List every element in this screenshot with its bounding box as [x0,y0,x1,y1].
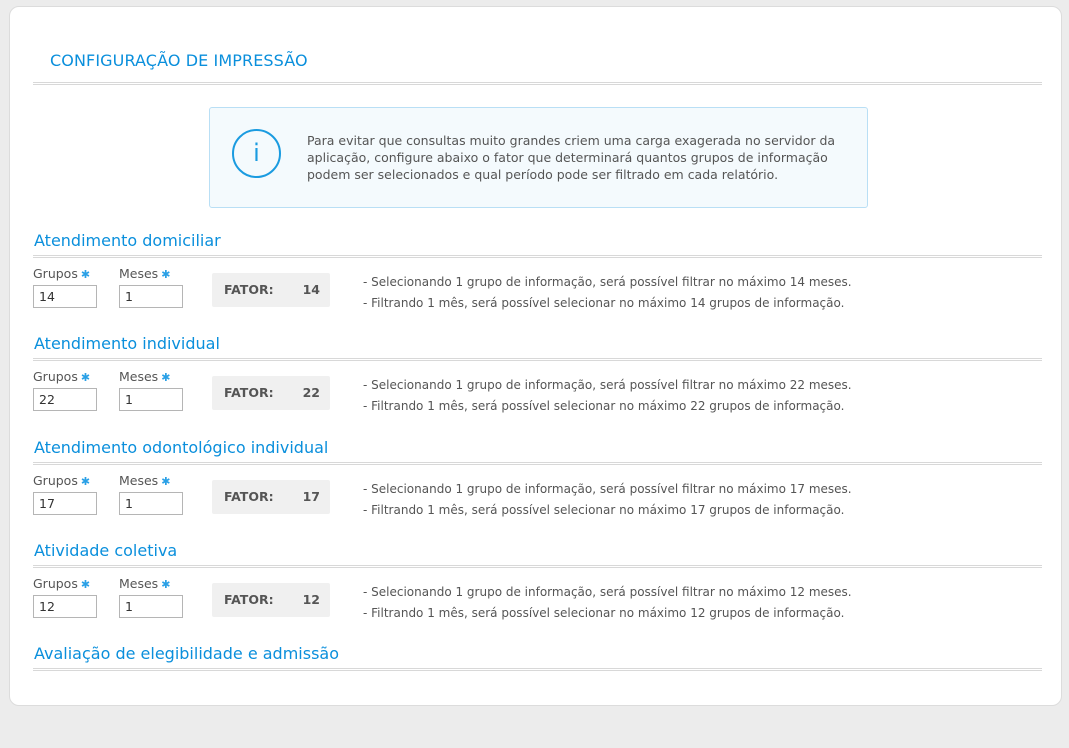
meses-input[interactable] [119,285,183,308]
fator-label: FATOR: [224,282,274,297]
section-title: Atendimento odontológico individual [34,438,329,457]
meses-label: Meses ✱ [119,473,171,488]
print-config-panel: CONFIGURAÇÃO DE IMPRESSÃO i Para evitar … [9,6,1062,706]
info-icon: i [232,129,281,178]
fator-value: 14 [302,282,320,297]
fator-label: FATOR: [224,385,274,400]
section-title: Atendimento individual [34,334,220,353]
grupos-description: - Selecionando 1 grupo de informação, se… [363,378,852,392]
grupos-label: Grupos ✱ [33,473,91,488]
section-atendimento-domiciliar: Atendimento domiciliar Grupos✱ Meses✱ FA… [33,231,1042,335]
info-text: Para evitar que consultas muito grandes … [307,133,836,182]
grupos-input[interactable] [33,285,97,308]
required-marker-icon: ✱ [161,475,171,488]
required-marker-icon: ✱ [80,475,91,488]
grupos-description: - Selecionando 1 grupo de informação, se… [363,482,852,496]
grupos-label: Grupos ✱ [33,266,91,281]
fator-box: FATOR: 12 [212,583,330,617]
section-title: Atividade coletiva [34,541,178,560]
page-title: CONFIGURAÇÃO DE IMPRESSÃO [50,51,308,70]
section-atividade-coletiva: Atividade coletiva Grupos✱ Meses✱ FATOR:… [33,541,1042,645]
section-divider [33,255,1042,258]
section-divider [33,668,1042,671]
section-avaliacao-elegibilidade-admissao: Avaliação de elegibilidade e admissão [33,644,1042,748]
grupos-label: Grupos ✱ [33,369,91,384]
fator-value: 12 [302,592,320,607]
grupos-input[interactable] [33,595,97,618]
required-marker-icon: ✱ [161,268,171,281]
fator-label: FATOR: [224,489,274,504]
section-title: Atendimento domiciliar [34,231,221,250]
meses-input[interactable] [119,388,183,411]
required-marker-icon: ✱ [80,268,91,281]
grupos-input[interactable] [33,388,97,411]
meses-input[interactable] [119,595,183,618]
meses-label: Meses ✱ [119,369,171,384]
meses-label: Meses ✱ [119,266,171,281]
section-divider [33,358,1042,361]
fator-box: FATOR: 22 [212,376,330,410]
section-atendimento-odontologico-individual: Atendimento odontológico individual Grup… [33,438,1042,542]
info-box: i Para evitar que consultas muito grande… [209,107,868,208]
fator-box: FATOR: 17 [212,480,330,514]
meses-description: - Filtrando 1 mês, será possível selecio… [363,399,845,413]
grupos-input[interactable] [33,492,97,515]
grupos-description: - Selecionando 1 grupo de informação, se… [363,275,852,289]
fator-value: 17 [302,489,320,504]
title-divider [33,82,1042,85]
section-atendimento-individual: Atendimento individual Grupos✱ Meses✱ FA… [33,334,1042,438]
meses-description: - Filtrando 1 mês, será possível selecio… [363,296,845,310]
grupos-label: Grupos ✱ [33,576,91,591]
fator-value: 22 [302,385,320,400]
required-marker-icon: ✱ [80,371,91,384]
required-marker-icon: ✱ [161,578,171,591]
meses-label: Meses ✱ [119,576,171,591]
section-divider [33,462,1042,465]
fator-label: FATOR: [224,592,274,607]
section-title: Avaliação de elegibilidade e admissão [34,644,339,663]
meses-description: - Filtrando 1 mês, será possível selecio… [363,503,845,517]
grupos-description: - Selecionando 1 grupo de informação, se… [363,585,852,599]
required-marker-icon: ✱ [80,578,91,591]
fator-box: FATOR: 14 [212,273,330,307]
meses-description: - Filtrando 1 mês, será possível selecio… [363,606,845,620]
meses-input[interactable] [119,492,183,515]
required-marker-icon: ✱ [161,371,171,384]
section-divider [33,565,1042,568]
